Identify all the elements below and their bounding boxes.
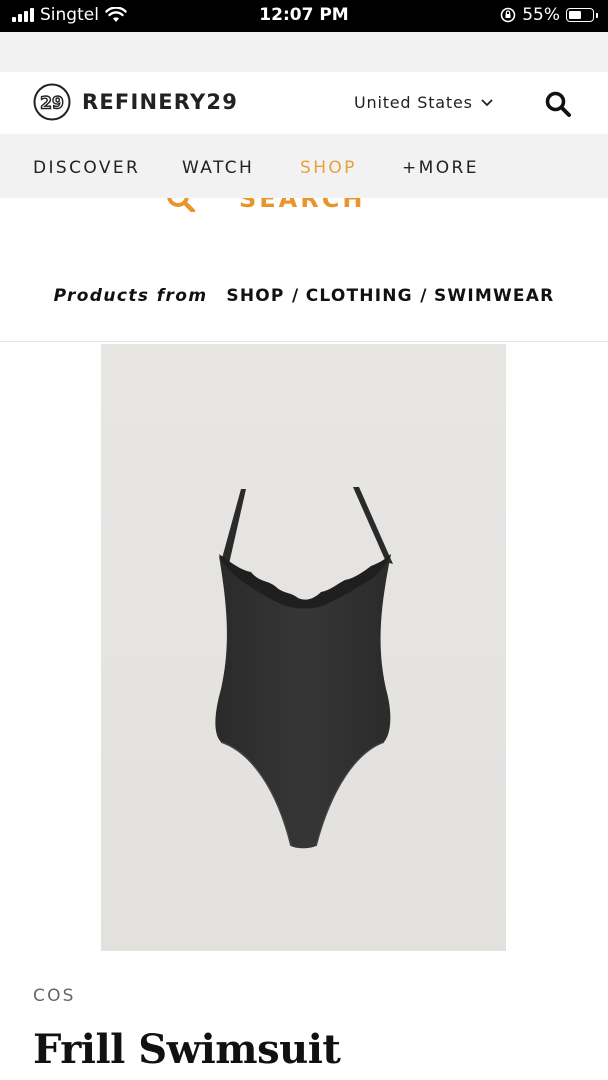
nav-discover[interactable]: DISCOVER [33, 158, 140, 178]
site-header: 29 REFINERY29 United States [0, 72, 608, 134]
breadcrumb: Products from SHOP / CLOTHING / SWIMWEAR [0, 286, 608, 306]
divider [0, 341, 608, 342]
breadcrumb-separator: / [420, 286, 427, 306]
swimsuit-image [215, 487, 393, 849]
nav-more[interactable]: +MORE [402, 158, 479, 178]
battery-percent: 55% [522, 5, 560, 25]
region-label: United States [354, 93, 473, 112]
breadcrumb-swimwear[interactable]: SWIMWEAR [434, 286, 554, 306]
nav-watch[interactable]: WATCH [182, 158, 254, 178]
search-bar-label: SEARCH [239, 198, 366, 212]
product-image[interactable] [101, 344, 506, 951]
search-icon[interactable] [544, 90, 572, 118]
browser-gap [0, 32, 608, 72]
search-bar[interactable]: SEARCH [165, 198, 385, 212]
status-right: 55% [500, 5, 598, 25]
logo-text: REFINERY29 [82, 90, 239, 114]
breadcrumb-shop[interactable]: SHOP [226, 286, 284, 306]
refinery29-logo-icon: 29 [33, 83, 71, 121]
svg-text:29: 29 [40, 94, 64, 114]
search-bar-icon [167, 198, 196, 212]
breadcrumb-separator: / [292, 286, 299, 306]
product-title: Frill Swimsuit [33, 1026, 341, 1073]
site-logo[interactable]: 29 REFINERY29 [33, 83, 238, 121]
nav-shop[interactable]: SHOP [300, 158, 357, 178]
main-nav: DISCOVER WATCH SHOP +MORE [0, 134, 608, 198]
orientation-lock-icon [500, 7, 516, 23]
breadcrumb-prefix: Products from [53, 286, 208, 306]
chevron-down-icon [481, 98, 493, 106]
breadcrumb-clothing[interactable]: CLOTHING [306, 286, 413, 306]
region-selector[interactable]: United States [354, 93, 493, 112]
battery-icon [566, 8, 598, 22]
status-bar: Singtel 12:07 PM 55% [0, 0, 608, 32]
battery-fill [569, 11, 581, 19]
product-brand[interactable]: COS [33, 986, 76, 1006]
